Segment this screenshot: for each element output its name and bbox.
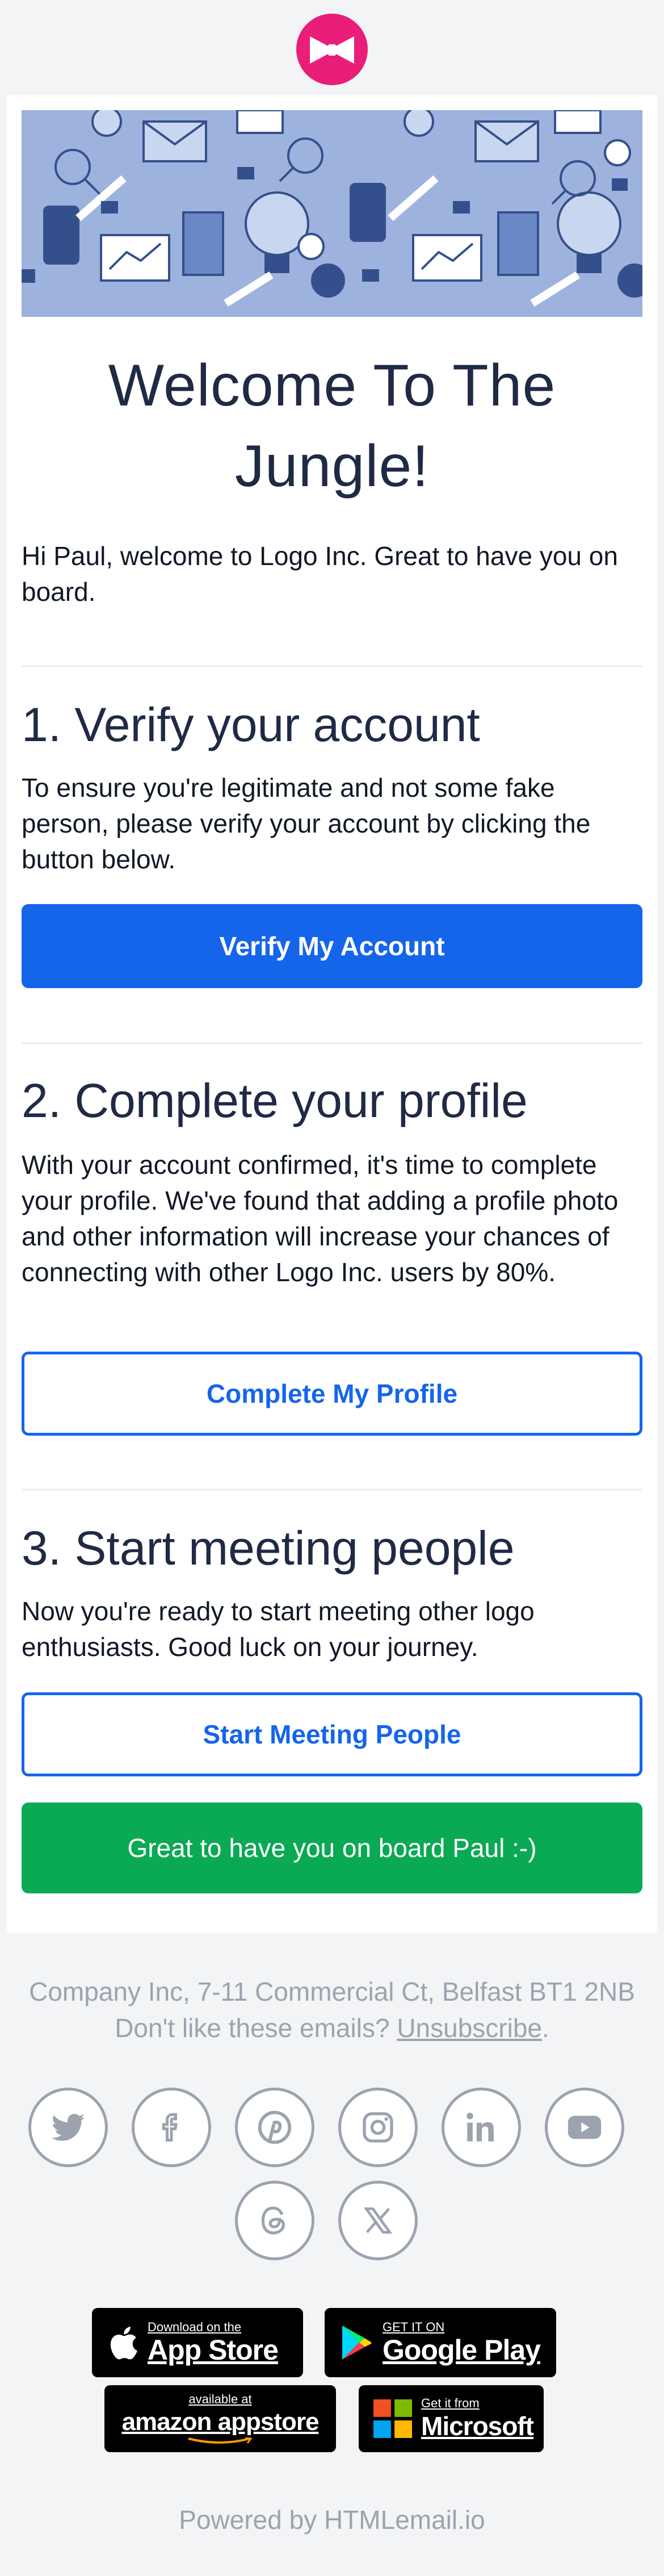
instagram-icon[interactable] [338,2088,418,2167]
facebook-icon[interactable] [132,2088,211,2167]
apple-icon [110,2327,137,2360]
microsoft-big: Microsoft [421,2411,534,2441]
google-play-badge[interactable]: GET IT ON Google Play [325,2308,556,2377]
bowtie-logo-icon [296,14,368,85]
x-icon[interactable] [338,2181,418,2260]
google-play-icon [342,2326,372,2360]
youtube-icon[interactable] [545,2088,624,2167]
google-play-small: GET IT ON [383,2320,445,2334]
start-meeting-button[interactable]: Start Meeting People [22,1692,642,1776]
step-3-text: Now you're ready to start meeting other … [22,1596,535,1662]
amazon-small: available at [188,2392,252,2406]
microsoft-icon [373,2399,412,2438]
linkedin-icon[interactable] [442,2088,521,2167]
microsoft-badge[interactable]: Get it from Microsoft [359,2385,544,2452]
welcome-title: Welcome To The Jungle! [108,353,556,499]
app-store-big: App Store [148,2334,279,2366]
footer-unsubscribe-line: Don't like these emails? Unsubscribe. [0,2010,664,2046]
step-1-text: To ensure you're legitimate and not some… [22,773,591,874]
powered-by: Powered by HTMLemail.io [179,2505,485,2535]
amazon-big: amazon appstore [121,2408,320,2436]
unsubscribe-prefix: Don't like these emails? [115,2013,397,2043]
step-2-heading: 2. Complete your profile [22,1074,528,1127]
welcome-intro: Hi Paul, welcome to Logo Inc. Great to h… [22,541,618,607]
amazon-smile-icon [188,2437,253,2444]
closing-banner: Great to have you on board Paul :-) [22,1803,642,1893]
complete-profile-button[interactable]: Complete My Profile [22,1352,642,1436]
app-store-badge[interactable]: Download on the App Store [92,2308,303,2377]
divider [22,666,642,667]
divider [22,1489,642,1490]
amazon-appstore-badge[interactable]: available at amazon appstore [104,2385,336,2452]
footer-address: Company Inc, 7-11 Commercial Ct, Belfast… [29,1977,635,2006]
unsubscribe-suffix: . [542,2013,549,2043]
email-card: Welcome To The Jungle! Hi Paul, welcome … [7,95,657,1933]
step-1-heading: 1. Verify your account [22,698,480,751]
app-store-small: Download on the [148,2320,242,2334]
step-3-heading: 3. Start meeting people [22,1521,515,1575]
microsoft-small: Get it from [421,2396,480,2410]
step-2-text: With your account confirmed, it's time t… [22,1150,619,1287]
verify-account-button[interactable]: Verify My Account [22,904,642,988]
hero-illustration [22,110,642,317]
threads-icon[interactable] [235,2181,314,2260]
divider [22,1043,642,1044]
unsubscribe-link[interactable]: Unsubscribe [397,2013,542,2043]
twitter-icon[interactable] [28,2088,108,2167]
google-play-big: Google Play [383,2334,541,2366]
brand-logo [295,12,369,86]
pinterest-icon[interactable] [235,2088,314,2167]
